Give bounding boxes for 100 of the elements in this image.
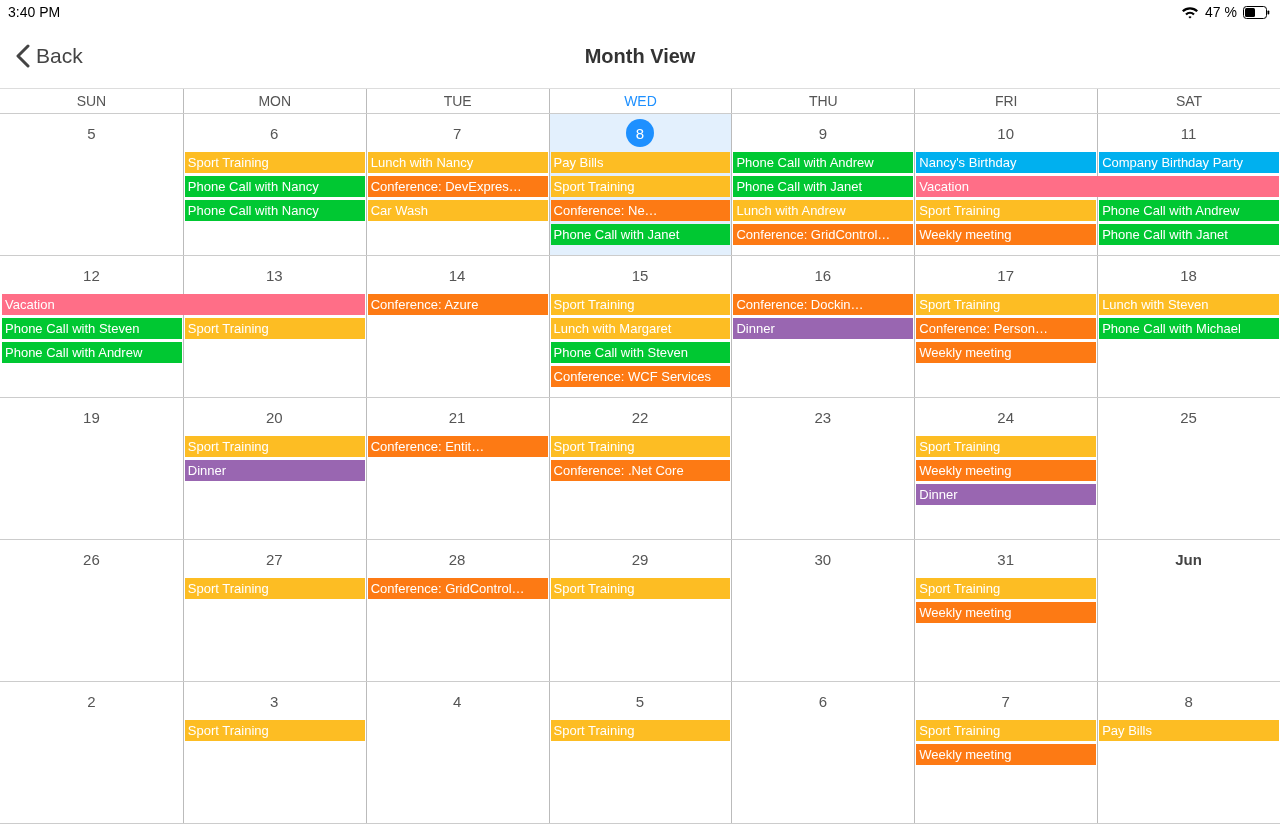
event-bar[interactable]: Conference: Person… [916,318,1097,339]
day-number: 23 [813,407,833,428]
day-number: 4 [451,691,463,712]
day-number: 14 [447,265,467,286]
day-number: 9 [817,123,828,144]
day-number: 2 [86,691,97,712]
event-bar[interactable]: Company Birthday Party [1099,152,1279,173]
event-bar[interactable]: Phone Call with Andrew [2,342,182,363]
weekday-label: TUE [365,89,549,113]
day-number: 26 [82,549,101,570]
day-number: 15 [630,265,650,286]
event-bar[interactable]: Lunch with Nancy [367,152,548,173]
day-number: 27 [264,549,284,570]
day-number: 7 [451,123,463,144]
event-bar[interactable]: Sport Training [916,200,1097,221]
day-number: 21 [447,407,467,428]
event-bar[interactable]: Lunch with Steven [1099,294,1279,315]
day-number: 28 [447,549,467,570]
event-bar[interactable]: Nancy's Birthday [916,152,1097,173]
day-number: 16 [813,265,833,286]
day-number: 8 [1183,691,1194,712]
event-bar[interactable]: Sport Training [550,436,731,457]
weekday-label: SAT [1097,89,1280,113]
event-bar[interactable]: Sport Training [916,436,1097,457]
event-bar[interactable]: Weekly meeting [916,224,1097,245]
event-bar[interactable]: Conference: DevExpres… [367,176,548,197]
day-number: 29 [630,549,650,570]
day-number: 20 [264,407,284,428]
event-bar[interactable]: Phone Call with Janet [733,176,914,197]
event-bar[interactable]: Vacation [916,176,1279,197]
event-bar[interactable]: Dinner [184,460,365,481]
event-bar[interactable]: Phone Call with Andrew [733,152,914,173]
event-bar[interactable]: Sport Training [550,176,731,197]
event-bar[interactable]: Weekly meeting [916,460,1097,481]
weekday-label: FRI [914,89,1098,113]
event-bar[interactable]: Sport Training [916,720,1097,741]
event-bar[interactable]: Sport Training [184,318,365,339]
day-number: 12 [82,265,101,286]
page-title: Month View [584,44,696,68]
status-time: 3:40 PM [8,4,61,20]
event-bar[interactable]: Sport Training [184,152,365,173]
event-bar[interactable]: Lunch with Andrew [733,200,914,221]
day-number: 6 [817,691,828,712]
event-bar[interactable]: Conference: GridControl… [733,224,914,245]
event-bar[interactable]: Pay Bills [550,152,731,173]
weekday-label: MON [182,89,366,113]
event-bar[interactable]: Conference: Azure [367,294,548,315]
event-bar[interactable]: Conference: .Net Core [550,460,731,481]
event-bar[interactable]: Conference: Ne… [550,200,731,221]
event-bar[interactable]: Vacation [2,294,365,315]
event-bar[interactable]: Weekly meeting [916,744,1097,765]
day-number: 24 [996,407,1016,428]
event-bar[interactable]: Weekly meeting [916,342,1097,363]
event-bar[interactable]: Dinner [916,484,1097,505]
wifi-icon [1181,5,1200,19]
event-bar[interactable]: Sport Training [550,294,731,315]
event-bar[interactable]: Phone Call with Janet [550,224,731,245]
battery-icon [1243,5,1270,19]
event-bar[interactable]: Sport Training [550,720,731,741]
event-bar[interactable]: Phone Call with Janet [1099,224,1279,245]
day-number: 17 [996,265,1016,286]
event-bar[interactable]: Conference: GridControl… [367,578,548,599]
day-number: 30 [813,549,833,570]
weekday-label: WED [548,89,732,113]
event-bar[interactable]: Dinner [733,318,914,339]
event-bar[interactable]: Sport Training [184,436,365,457]
event-bar[interactable]: Sport Training [916,578,1097,599]
event-bar[interactable]: Phone Call with Steven [550,342,731,363]
event-bar[interactable]: Conference: Entit… [367,436,548,457]
event-bar[interactable]: Weekly meeting [916,602,1097,623]
chevron-left-icon [16,44,30,68]
event-bar[interactable]: Sport Training [184,720,365,741]
day-number: 19 [82,407,101,428]
day-number: 3 [269,691,280,712]
day-number: Jun [1174,549,1203,570]
back-button[interactable]: Back [14,42,85,70]
day-number: 25 [1179,407,1198,428]
day-number: 7 [1000,691,1011,712]
event-bar[interactable]: Sport Training [916,294,1097,315]
event-bar[interactable]: Sport Training [184,578,365,599]
battery-percent: 47 % [1205,4,1237,20]
event-bar[interactable]: Phone Call with Nancy [184,176,365,197]
event-bar[interactable]: Phone Call with Andrew [1099,200,1279,221]
day-number: 13 [264,265,284,286]
event-bar[interactable]: Conference: WCF Services [550,366,731,387]
day-number: 5 [86,123,97,144]
event-bar[interactable]: Car Wash [367,200,548,221]
event-bar[interactable]: Phone Call with Nancy [184,200,365,221]
day-number: 6 [269,123,280,144]
event-bar[interactable]: Sport Training [550,578,731,599]
day-number: 5 [634,691,646,712]
event-bar[interactable]: Conference: Dockin… [733,294,914,315]
day-number: 22 [630,407,650,428]
event-bar[interactable]: Phone Call with Steven [2,318,182,339]
event-bar[interactable]: Phone Call with Michael [1099,318,1279,339]
day-number: 11 [1179,123,1198,144]
weekday-label: THU [731,89,915,113]
event-bar[interactable]: Lunch with Margaret [550,318,731,339]
event-bar[interactable]: Pay Bills [1099,720,1279,741]
day-number: 31 [996,549,1016,570]
